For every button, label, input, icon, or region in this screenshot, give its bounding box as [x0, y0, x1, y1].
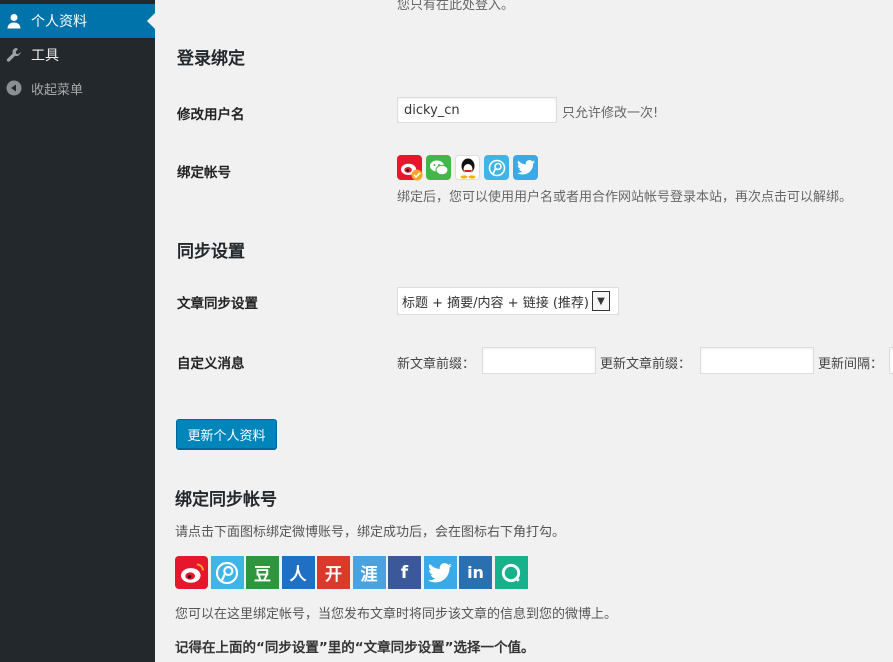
wechat-icon[interactable] — [426, 155, 451, 180]
article-sync-selected: 标题 + 摘要/内容 + 链接 (推荐) — [402, 295, 589, 311]
twitter-icon[interactable] — [513, 155, 538, 180]
bind-account-desc: 绑定后，您可以使用用户名或者用合作网站帐号登录本站，再次点击可以解绑。 — [397, 190, 853, 205]
kaixin-icon[interactable]: 开 — [317, 556, 350, 589]
linkedin-icon[interactable]: in — [459, 556, 492, 589]
sidebar-item-tools[interactable]: 工具 — [0, 38, 155, 72]
sidebar-item-label: 收起菜单 — [31, 82, 84, 98]
renren-icon[interactable]: 人 — [281, 556, 315, 589]
tencent-weibo-icon[interactable] — [484, 155, 509, 180]
tencent-weibo-icon[interactable] — [210, 556, 244, 589]
sync-settings-heading: 同步设置 — [177, 242, 245, 262]
new-prefix-input[interactable] — [482, 347, 596, 374]
sidebar-item-profile[interactable]: 个人资料 — [0, 4, 155, 38]
twitter-icon[interactable] — [423, 556, 457, 589]
bind-account-label: 绑定帐号 — [177, 165, 231, 181]
interval-input[interactable] — [889, 347, 893, 374]
login-bind-heading: 登录绑定 — [177, 49, 245, 69]
sidebar-item-label: 个人资料 — [31, 14, 87, 30]
update-profile-button[interactable]: 更新个人资料 — [176, 419, 277, 449]
bind-sync-remember: 记得在上面的“同步设置”里的“文章同步设置”选择一个值。 — [175, 640, 535, 656]
douban-icon[interactable]: 豆 — [246, 556, 279, 589]
qq-icon[interactable] — [455, 155, 480, 180]
collapse-arrow-icon — [6, 80, 22, 96]
chevron-down-icon: ▼ — [591, 291, 610, 311]
sidebar-collapse-menu[interactable]: 收起菜单 — [0, 71, 155, 105]
weibo-icon[interactable] — [397, 155, 423, 181]
custom-message-label: 自定义消息 — [177, 356, 245, 372]
new-prefix-label: 新文章前缀： — [397, 357, 476, 372]
sidebar-item-label: 工具 — [31, 48, 59, 64]
admin-sidebar: 个人资料 工具 收起菜单 — [0, 0, 155, 662]
bind-sync-intro: 请点击下面图标绑定微博账号，绑定成功后，会在图标右下角打勾。 — [175, 525, 566, 540]
interval-label: 更新间隔： — [818, 357, 884, 372]
username-hint: 只允许修改一次! — [562, 106, 659, 121]
update-prefix-input[interactable] — [700, 347, 814, 374]
check-badge-icon — [411, 169, 423, 181]
weibo-icon[interactable] — [175, 556, 208, 589]
login-account-icons — [397, 155, 542, 181]
wrench-icon — [6, 47, 22, 63]
profile-main: 您只有在此处登入。 登录绑定 修改用户名 只允许修改一次! 绑定帐号 绑定后，您… — [155, 0, 893, 662]
username-label: 修改用户名 — [177, 107, 245, 123]
yaya-icon[interactable]: 涯 — [352, 556, 386, 589]
bind-sync-heading: 绑定同步帐号 — [175, 490, 277, 510]
bind-sync-note: 您可以在这里绑定帐号，当您发布文章时将同步该文章的信息到您的微博上。 — [175, 607, 618, 622]
update-prefix-label: 更新文章前缀： — [600, 357, 692, 372]
diandian-icon[interactable] — [494, 556, 528, 589]
bind-sync-icons: 豆人开涯 f in — [175, 556, 530, 589]
article-sync-select[interactable]: 标题 + 摘要/内容 + 链接 (推荐) ▼ — [397, 287, 619, 315]
facebook-icon[interactable]: f — [388, 556, 421, 589]
user-icon — [6, 13, 22, 29]
top-note: 您只有在此处登入。 — [397, 0, 515, 13]
username-input[interactable] — [397, 97, 557, 123]
article-sync-label: 文章同步设置 — [177, 296, 258, 312]
